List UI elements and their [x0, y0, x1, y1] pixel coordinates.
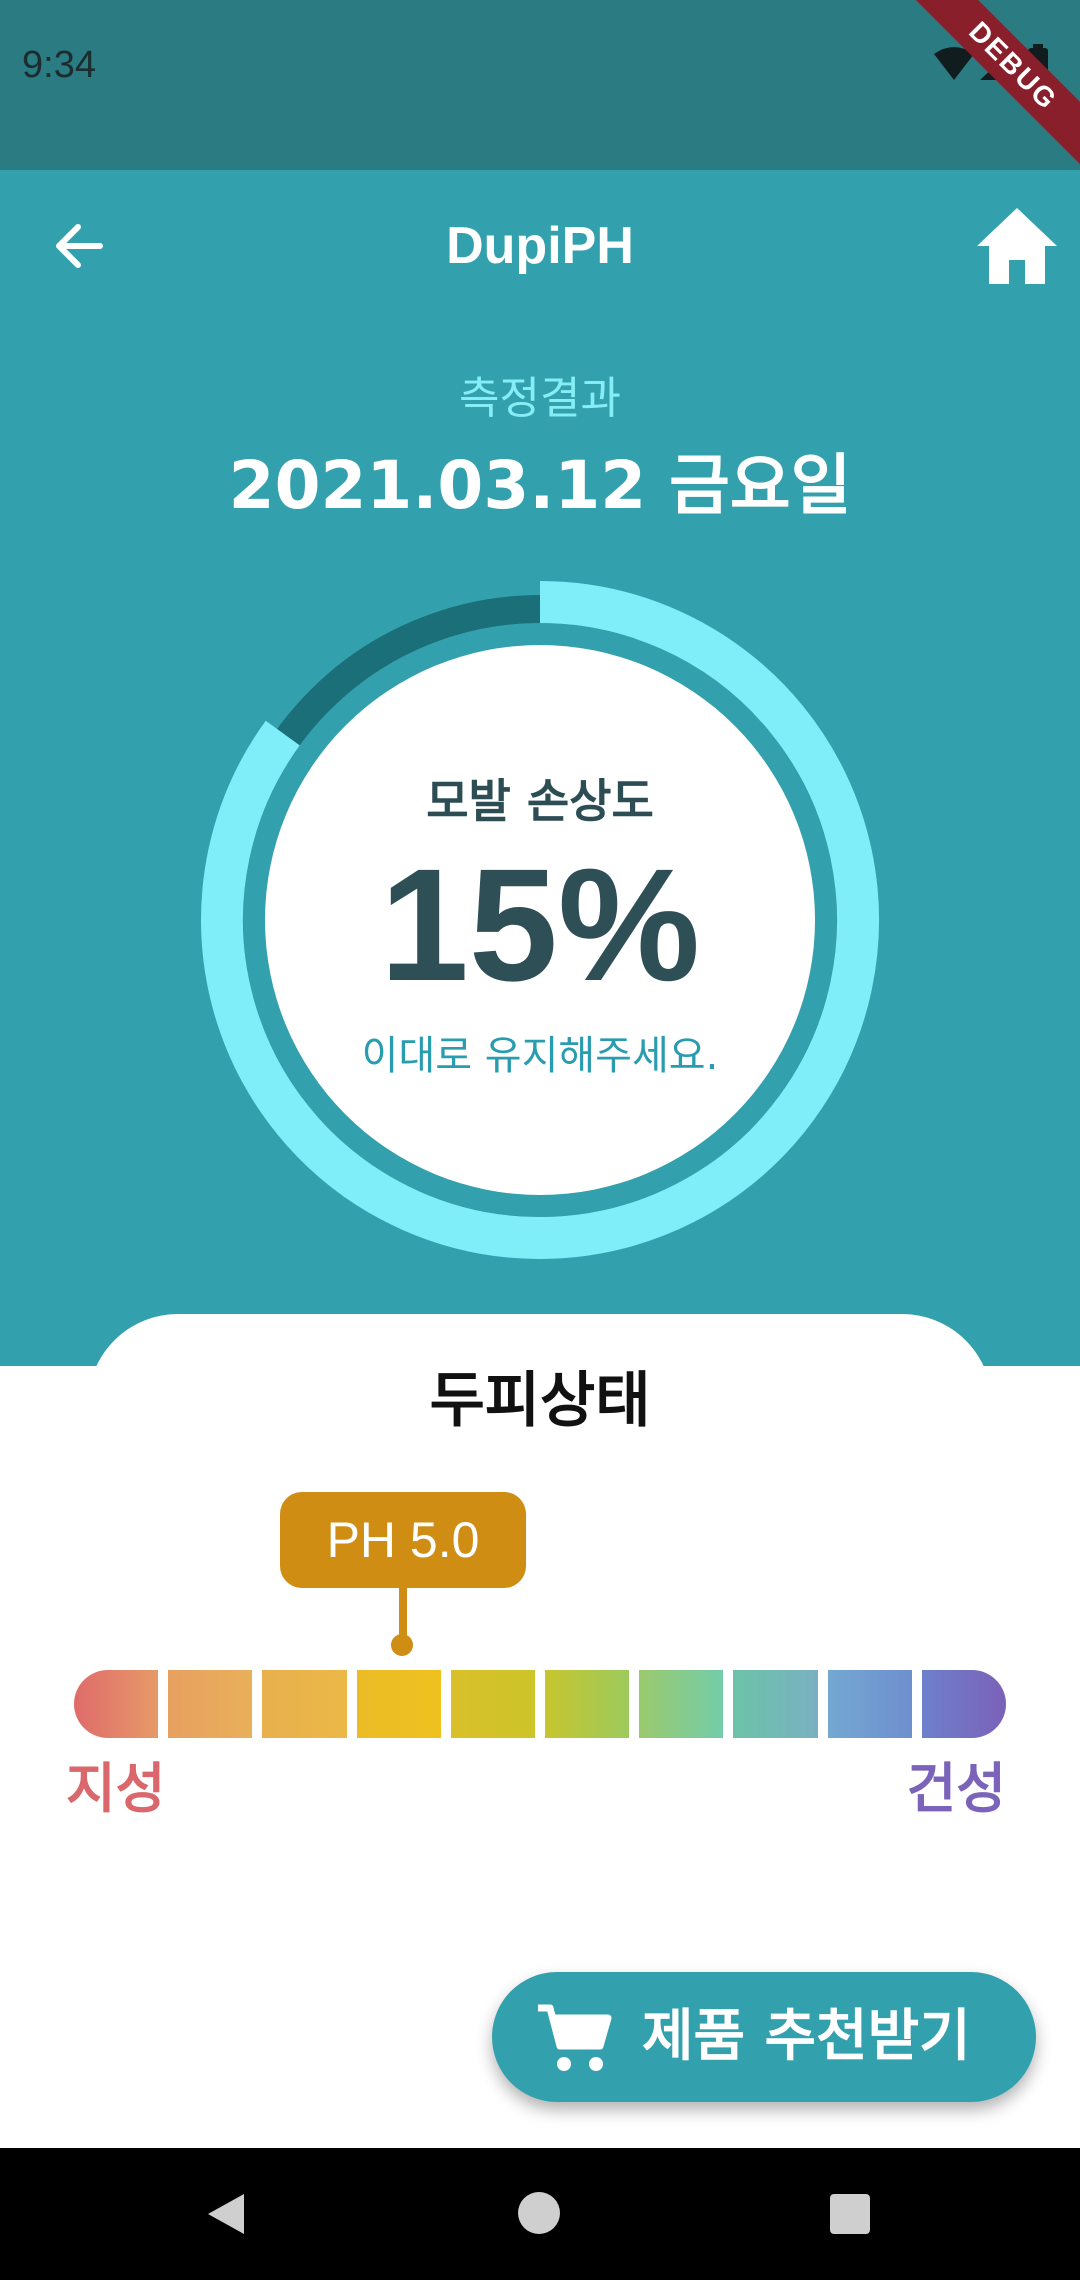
scalp-section-title: 두피상태 — [429, 1366, 651, 1436]
result-label: 측정결과 — [459, 373, 621, 424]
home-button[interactable] — [975, 206, 1059, 286]
ph-badge: PH 5.0 — [280, 1492, 526, 1588]
ph-scale-segment — [262, 1670, 347, 1738]
ph-scale-segment — [74, 1670, 159, 1738]
ph-badge-stem — [399, 1588, 407, 1640]
cart-icon — [538, 2004, 612, 2071]
screen: 9:34 DupiPH 측정결과 2021.03.12 금요일 모발 손상도 1… — [0, 0, 1080, 2280]
ph-scale-segment — [168, 1670, 253, 1738]
ph-scale-segment — [733, 1670, 818, 1738]
ph-scale-segment — [639, 1670, 724, 1738]
ph-label-dry: 건성 — [906, 1757, 1006, 1820]
navigation-bar — [0, 2148, 1080, 2280]
ph-badge-marker — [391, 1634, 413, 1656]
ph-scale — [74, 1670, 1006, 1738]
ph-scale-segment — [450, 1670, 535, 1738]
nav-home-icon[interactable] — [518, 2192, 560, 2234]
result-date: 2021.03.12 금요일 — [228, 447, 852, 524]
app-title: DupiPH — [446, 217, 634, 275]
nav-back-icon[interactable] — [204, 2190, 248, 2238]
ph-scale-segment — [545, 1670, 630, 1738]
ph-label-oily: 지성 — [66, 1757, 166, 1820]
recommend-button[interactable]: 제품 추천받기 — [492, 1972, 1036, 2102]
home-icon — [977, 208, 1057, 284]
gauge-title: 모발 손상도 — [426, 774, 654, 828]
ph-scale-segment — [827, 1670, 912, 1738]
gauge-content: 모발 손상도 15% 이대로 유지해주세요. — [265, 645, 815, 1195]
ph-scale-segment — [921, 1670, 1006, 1738]
ph-scale-segment — [356, 1670, 441, 1738]
recommend-label: 제품 추천받기 — [642, 2004, 971, 2069]
nav-recents-icon[interactable] — [830, 2194, 870, 2234]
gauge-message: 이대로 유지해주세요. — [361, 1033, 719, 1079]
gauge-value: 15% — [379, 835, 701, 1014]
status-bar: 9:34 — [0, 0, 1080, 170]
status-time: 9:34 — [22, 44, 96, 86]
